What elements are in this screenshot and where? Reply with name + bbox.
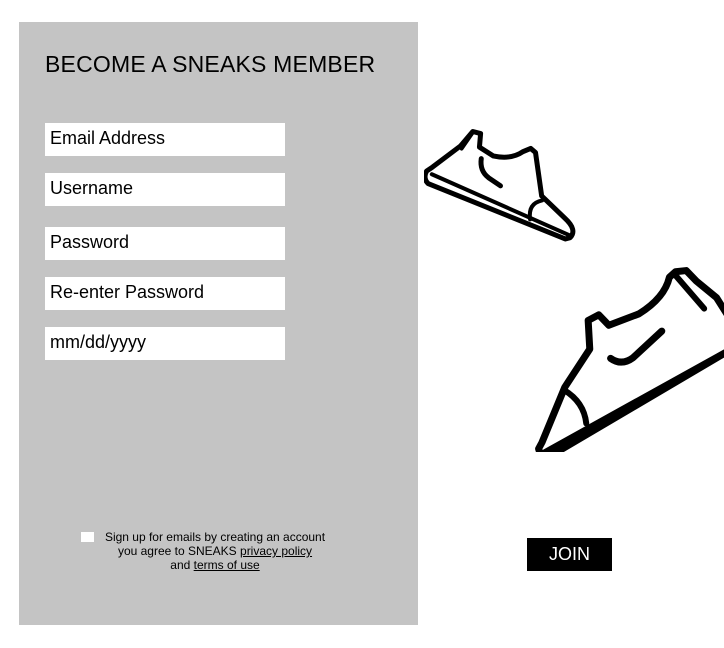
password-field[interactable]: Password — [45, 227, 285, 260]
terms-of-use-link[interactable]: terms of use — [194, 558, 260, 572]
sneaker-icon — [424, 128, 576, 242]
username-field[interactable]: Username — [45, 173, 285, 206]
consent-line-1: Sign up for emails by creating an accoun… — [104, 530, 326, 544]
consent-text: Sign up for emails by creating an accoun… — [93, 530, 337, 572]
consent-line-2-text: you agree to SNEAKS — [117, 544, 241, 558]
confirm-password-field[interactable]: Re-enter Password — [45, 277, 285, 310]
form-title: BECOME A SNEAKS MEMBER — [45, 51, 376, 77]
signup-form-panel: BECOME A SNEAKS MEMBER Email Address Use… — [19, 22, 418, 625]
consent-line-3: and terms of use — [93, 558, 337, 572]
consent-line-2: you agree to SNEAKS privacy policy — [93, 544, 337, 558]
birthdate-field[interactable]: mm/dd/yyyy — [45, 327, 285, 360]
privacy-policy-link[interactable]: privacy policy — [240, 544, 312, 558]
email-field[interactable]: Email Address — [45, 123, 285, 156]
join-button[interactable]: JOIN — [527, 538, 612, 571]
signup-page: BECOME A SNEAKS MEMBER Email Address Use… — [0, 0, 724, 648]
consent-line-3-text: and — [170, 558, 194, 572]
sneaker-icon — [535, 267, 724, 452]
